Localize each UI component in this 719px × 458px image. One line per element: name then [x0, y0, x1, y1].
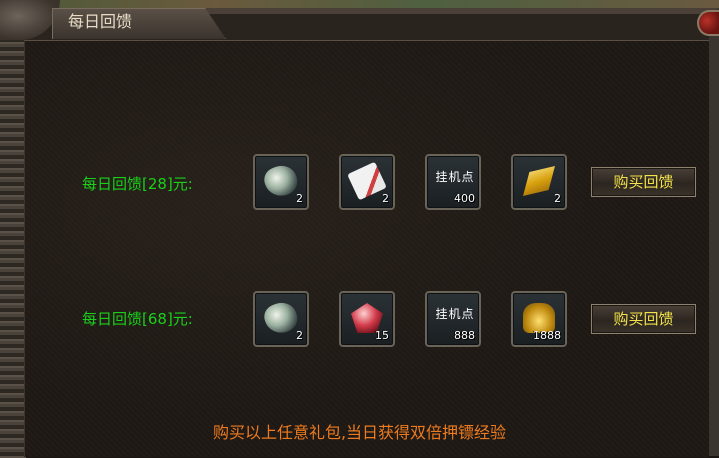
item-slot[interactable]: 15: [339, 291, 395, 347]
ticket-icon: [347, 161, 387, 201]
row-label-28: 每日回馈[28]元:: [82, 175, 193, 193]
item-slot[interactable]: 2: [253, 291, 309, 347]
item-slot[interactable]: 2: [511, 154, 567, 210]
afk-points-icon: 挂机点: [435, 170, 475, 184]
item-quantity: 888: [454, 329, 475, 342]
double-exp-notice: 购买以上任意礼包,当日获得双倍押镖经验: [212, 423, 507, 442]
content-panel: [24, 40, 709, 457]
item-slot[interactable]: 挂机点 400: [425, 154, 481, 210]
item-quantity: 1888: [533, 329, 561, 342]
item-slot[interactable]: 挂机点 888: [425, 291, 481, 347]
item-slot[interactable]: 2: [339, 154, 395, 210]
item-quantity: 2: [296, 329, 303, 342]
gold-bar-icon: [523, 166, 555, 196]
item-quantity: 15: [375, 329, 389, 342]
close-button[interactable]: [697, 10, 719, 36]
item-quantity: 400: [454, 192, 475, 205]
buy-reward-68-button[interactable]: 购买回馈: [591, 304, 696, 334]
buy-reward-28-button[interactable]: 购买回馈: [591, 167, 696, 197]
window-title: 每日回馈: [68, 12, 133, 31]
afk-points-icon: 挂机点: [435, 307, 475, 321]
item-slot[interactable]: 1888: [511, 291, 567, 347]
item-quantity: 2: [296, 192, 303, 205]
item-slot[interactable]: 2: [253, 154, 309, 210]
reward-window: 每日回馈 每日回馈[28]元: 2 2 挂机点 400 2 购买回馈 每日回馈[…: [0, 0, 719, 458]
item-quantity: 2: [554, 192, 561, 205]
row-label-68: 每日回馈[68]元:: [82, 310, 193, 328]
item-quantity: 2: [382, 192, 389, 205]
